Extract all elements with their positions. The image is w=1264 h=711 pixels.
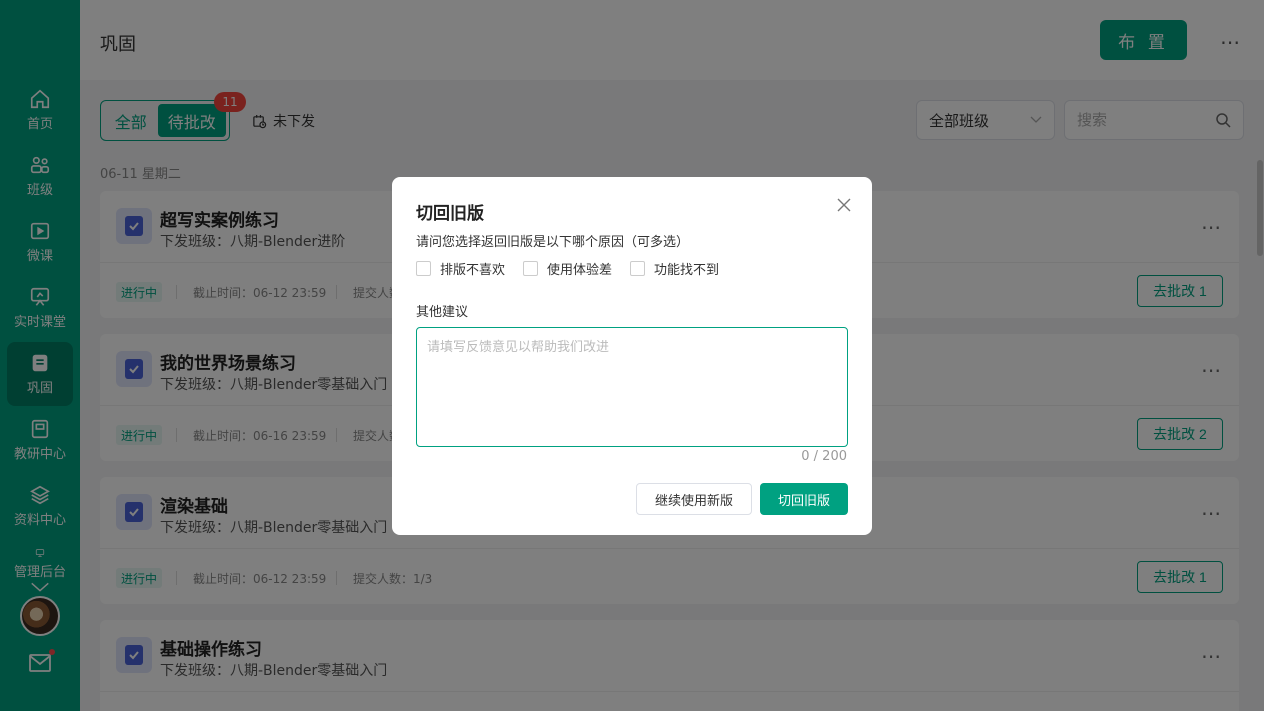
- option-layout[interactable]: 排版不喜欢: [416, 259, 505, 278]
- option-label: 功能找不到: [654, 263, 720, 278]
- checkbox[interactable]: [523, 261, 539, 276]
- checkbox[interactable]: [416, 261, 431, 276]
- dialog-question: 请问您选择返回旧版是以下哪个原因（可多选）: [416, 235, 690, 250]
- feedback-textarea[interactable]: [416, 327, 848, 447]
- reason-options: 排版不喜欢 使用体验差 功能找不到: [416, 259, 737, 278]
- option-label: 排版不喜欢: [440, 263, 506, 278]
- char-counter: 0 / 200: [801, 449, 847, 464]
- checkbox[interactable]: [630, 261, 646, 276]
- other-suggestion-label: 其他建议: [416, 305, 469, 320]
- keep-new-version-button[interactable]: 继续使用新版: [636, 483, 752, 515]
- option-features[interactable]: 功能找不到: [630, 259, 719, 278]
- switch-version-dialog: 切回旧版 请问您选择返回旧版是以下哪个原因（可多选） 排版不喜欢 使用体验差 功…: [392, 177, 872, 535]
- dialog-title: 切回旧版: [416, 204, 484, 224]
- switch-old-version-button[interactable]: 切回旧版: [760, 483, 848, 515]
- option-experience[interactable]: 使用体验差: [523, 259, 612, 278]
- option-label: 使用体验差: [547, 263, 613, 278]
- close-icon[interactable]: [836, 197, 852, 213]
